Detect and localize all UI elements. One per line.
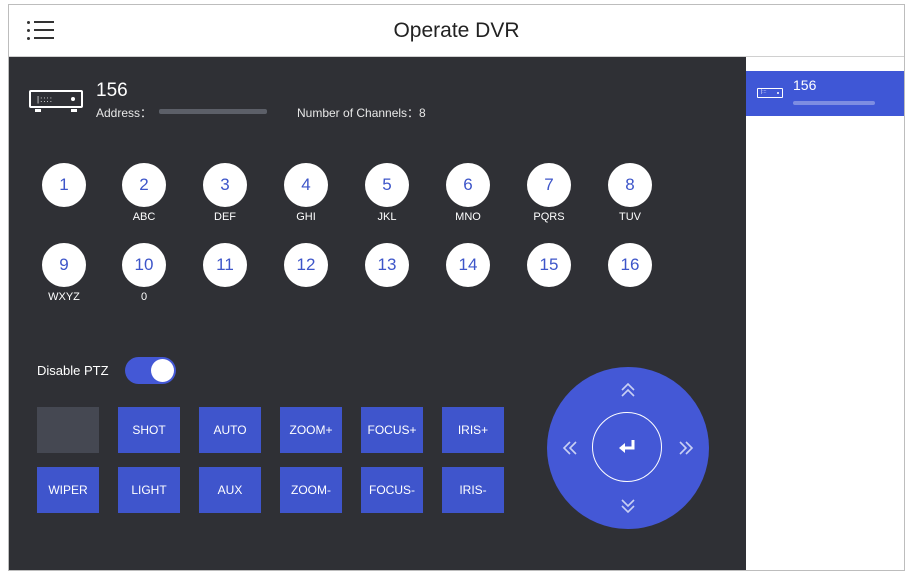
ptz-button-light[interactable]: LIGHT — [118, 467, 180, 513]
device-name: 156 — [96, 80, 128, 101]
disable-ptz-toggle[interactable] — [125, 357, 176, 384]
header-bar: Operate DVR — [9, 5, 904, 57]
channel-key-2[interactable]: 2 — [122, 163, 166, 207]
double-chevron-right-icon[interactable] — [673, 436, 697, 460]
channel-key-6[interactable]: 6 — [446, 163, 490, 207]
channel-key-9-letters: WXYZ — [48, 291, 80, 303]
channel-key-4-letters: GHI — [296, 211, 316, 223]
channel-key-10-letters: 0 — [140, 291, 148, 303]
channel-key-5[interactable]: 5 — [365, 163, 409, 207]
channel-key-10[interactable]: 10 — [122, 243, 166, 287]
dvr-device-icon: |::: — [757, 88, 783, 98]
sidebar-device-name: 156 — [793, 77, 817, 93]
double-chevron-left-icon[interactable] — [559, 436, 583, 460]
disable-ptz-label: Disable PTZ — [37, 363, 109, 378]
enter-icon — [619, 440, 635, 453]
channel-count: Number of Channels：8 — [297, 106, 426, 120]
ptz-button-iris-plus[interactable]: IRIS+ — [442, 407, 504, 453]
channel-key-16[interactable]: 16 — [608, 243, 652, 287]
channel-key-7[interactable]: 7 — [527, 163, 571, 207]
channel-key-6-letters: MNO — [455, 211, 481, 223]
toggle-knob — [151, 359, 174, 382]
ptz-button-focus-minus[interactable]: FOCUS- — [361, 467, 423, 513]
ptz-button-zoom-minus[interactable]: ZOOM- — [280, 467, 342, 513]
ptz-center-enter-button[interactable] — [592, 412, 662, 482]
ptz-blank-slot — [37, 407, 99, 453]
channel-key-4[interactable]: 4 — [284, 163, 328, 207]
ptz-direction-pad — [547, 367, 709, 529]
channel-key-11[interactable]: 11 — [203, 243, 247, 287]
channel-key-5-letters: JKL — [377, 211, 397, 223]
channel-key-9[interactable]: 9 — [42, 243, 86, 287]
double-chevron-up-icon[interactable] — [616, 379, 640, 403]
ptz-button-shot[interactable]: SHOT — [118, 407, 180, 453]
device-address-label: Address： — [96, 106, 153, 120]
channel-key-15[interactable]: 15 — [527, 243, 571, 287]
sidebar-device-address-redacted — [793, 101, 875, 105]
channel-key-7-letters: PQRS — [533, 211, 565, 223]
double-chevron-down-icon[interactable] — [616, 493, 640, 517]
ptz-button-aux[interactable]: AUX — [199, 467, 261, 513]
channel-key-13[interactable]: 13 — [365, 243, 409, 287]
ptz-button-focus-plus[interactable]: FOCUS+ — [361, 407, 423, 453]
channel-key-2-letters: ABC — [132, 211, 156, 223]
channel-key-1[interactable]: 1 — [42, 163, 86, 207]
ptz-button-zoom-plus[interactable]: ZOOM+ — [280, 407, 342, 453]
ptz-button-iris-minus[interactable]: IRIS- — [442, 467, 504, 513]
dvr-device-icon: |:::: — [29, 90, 83, 112]
channel-key-12[interactable]: 12 — [284, 243, 328, 287]
channel-key-8[interactable]: 8 — [608, 163, 652, 207]
page-title: Operate DVR — [393, 19, 520, 42]
channel-key-14[interactable]: 14 — [446, 243, 490, 287]
ptz-button-wiper[interactable]: WIPER — [37, 467, 99, 513]
ptz-button-auto[interactable]: AUTO — [199, 407, 261, 453]
device-address-value-redacted — [159, 109, 267, 114]
operate-panel: |:::: 156 Address： Number of Channels：8 … — [9, 57, 746, 570]
sidebar-device-item[interactable]: |::: 156 — [746, 71, 904, 116]
channel-key-8-letters: TUV — [619, 211, 641, 223]
channel-key-3-letters: DEF — [214, 211, 236, 223]
channel-key-3[interactable]: 3 — [203, 163, 247, 207]
